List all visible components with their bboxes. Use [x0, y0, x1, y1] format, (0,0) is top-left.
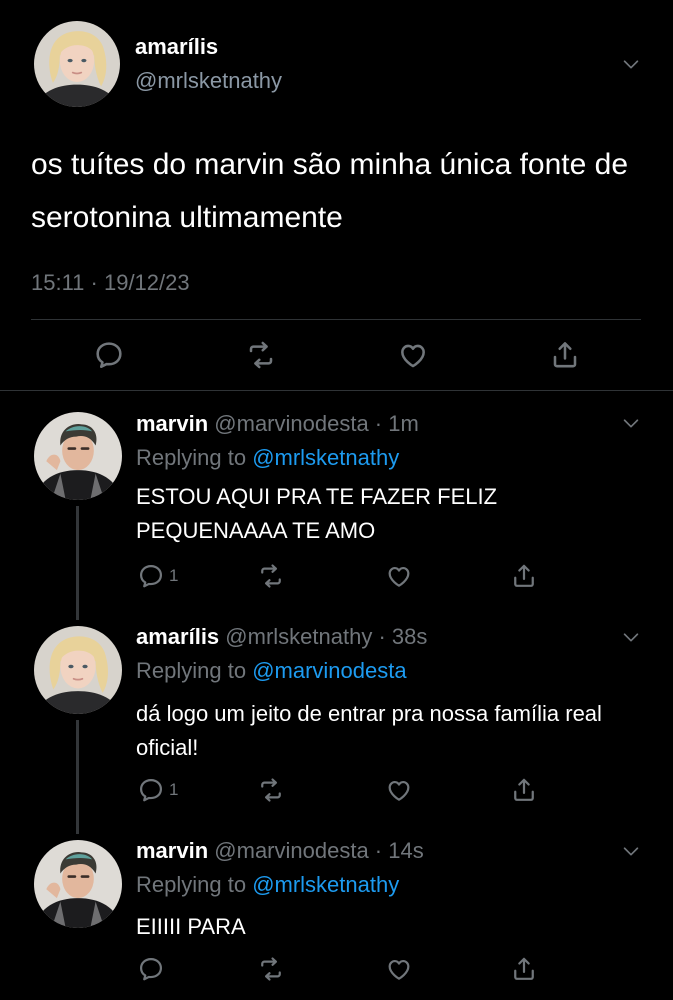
chevron-down-icon[interactable]: [620, 412, 642, 434]
retweet-button[interactable]: [257, 776, 285, 804]
separator: ·: [372, 624, 392, 649]
retweet-icon: [257, 955, 285, 983]
retweet-button[interactable]: [257, 562, 285, 590]
retweet-button[interactable]: [257, 955, 285, 983]
share-button[interactable]: [549, 339, 581, 371]
reply-time[interactable]: 38s: [392, 624, 427, 649]
thread-line: [76, 506, 79, 620]
reply-display-name[interactable]: amarílis: [136, 624, 219, 649]
retweet-icon: [257, 562, 285, 590]
like-button[interactable]: [385, 562, 413, 590]
like-icon: [397, 339, 429, 371]
reply-count: 1: [169, 566, 179, 585]
retweet-icon: [257, 776, 285, 804]
like-button[interactable]: [385, 776, 413, 804]
like-icon: [385, 955, 413, 983]
author-display-name[interactable]: amarílis: [135, 34, 218, 60]
replying-prefix: Replying to: [136, 445, 253, 470]
separator: ·: [368, 838, 389, 863]
reply-handle[interactable]: @marvinodesta: [214, 411, 368, 436]
tweet-text: os tuítes do marvin são minha única font…: [31, 148, 629, 234]
reply-icon: [137, 776, 165, 804]
like-icon: [385, 776, 413, 804]
reply-handle[interactable]: @marvinodesta: [214, 838, 368, 863]
reply-header: marvin @marvinodesta · 14s: [136, 838, 424, 864]
reply-button[interactable]: 1: [137, 562, 178, 590]
reply-avatar[interactable]: [34, 840, 122, 928]
reply-button[interactable]: 1: [137, 776, 178, 804]
reply-handle[interactable]: @mrlsketnathy: [225, 624, 372, 649]
replying-to: Replying to @marvinodesta: [136, 658, 407, 684]
reply-button[interactable]: [137, 955, 165, 983]
replying-to: Replying to @mrlsketnathy: [136, 445, 399, 471]
reply-avatar[interactable]: [34, 412, 122, 500]
reply-time[interactable]: 1m: [388, 411, 419, 436]
retweet-button[interactable]: [245, 339, 277, 371]
reply-text: dá logo um jeito de entrar pra nossa fam…: [136, 701, 602, 760]
divider: [31, 319, 641, 320]
retweet-icon: [245, 339, 277, 371]
reply-icon: [137, 562, 165, 590]
reply-count: 1: [169, 780, 179, 799]
tweet-timestamp[interactable]: 15:11 · 19/12/23: [31, 270, 190, 296]
thread-line: [76, 720, 79, 834]
share-icon: [510, 562, 538, 590]
reply-header: marvin @marvinodesta · 1m: [136, 411, 419, 437]
reply-icon: [93, 339, 125, 371]
author-avatar[interactable]: [34, 21, 120, 107]
author-handle[interactable]: @mrlsketnathy: [135, 68, 282, 94]
replying-to: Replying to @mrlsketnathy: [136, 872, 399, 898]
reply-button[interactable]: [93, 339, 125, 371]
like-button[interactable]: [385, 955, 413, 983]
share-icon: [510, 955, 538, 983]
chevron-down-icon[interactable]: [620, 626, 642, 648]
mention-link[interactable]: @marvinodesta: [252, 658, 406, 683]
replying-prefix: Replying to: [136, 872, 253, 897]
share-button[interactable]: [510, 776, 538, 804]
replying-prefix: Replying to: [136, 658, 253, 683]
share-icon: [510, 776, 538, 804]
reply-text: ESTOU AQUI PRA TE FAZER FELIZ PEQUENAAAA…: [136, 484, 498, 543]
reply-header: amarílis @mrlsketnathy · 38s: [136, 624, 427, 650]
reply-text: EIIIII PARA: [136, 914, 246, 939]
chevron-down-icon[interactable]: [620, 840, 642, 862]
share-button[interactable]: [510, 562, 538, 590]
reply-avatar[interactable]: [34, 626, 122, 714]
like-icon: [385, 562, 413, 590]
mention-link[interactable]: @mrlsketnathy: [252, 872, 399, 897]
reply-display-name[interactable]: marvin: [136, 411, 208, 436]
share-button[interactable]: [510, 955, 538, 983]
divider: [0, 390, 673, 391]
reply-time[interactable]: 14s: [388, 838, 423, 863]
separator: ·: [368, 411, 389, 436]
chevron-down-icon[interactable]: [620, 53, 642, 75]
mention-link[interactable]: @mrlsketnathy: [252, 445, 399, 470]
reply-display-name[interactable]: marvin: [136, 838, 208, 863]
reply-icon: [137, 955, 165, 983]
like-button[interactable]: [397, 339, 429, 371]
share-icon: [549, 339, 581, 371]
